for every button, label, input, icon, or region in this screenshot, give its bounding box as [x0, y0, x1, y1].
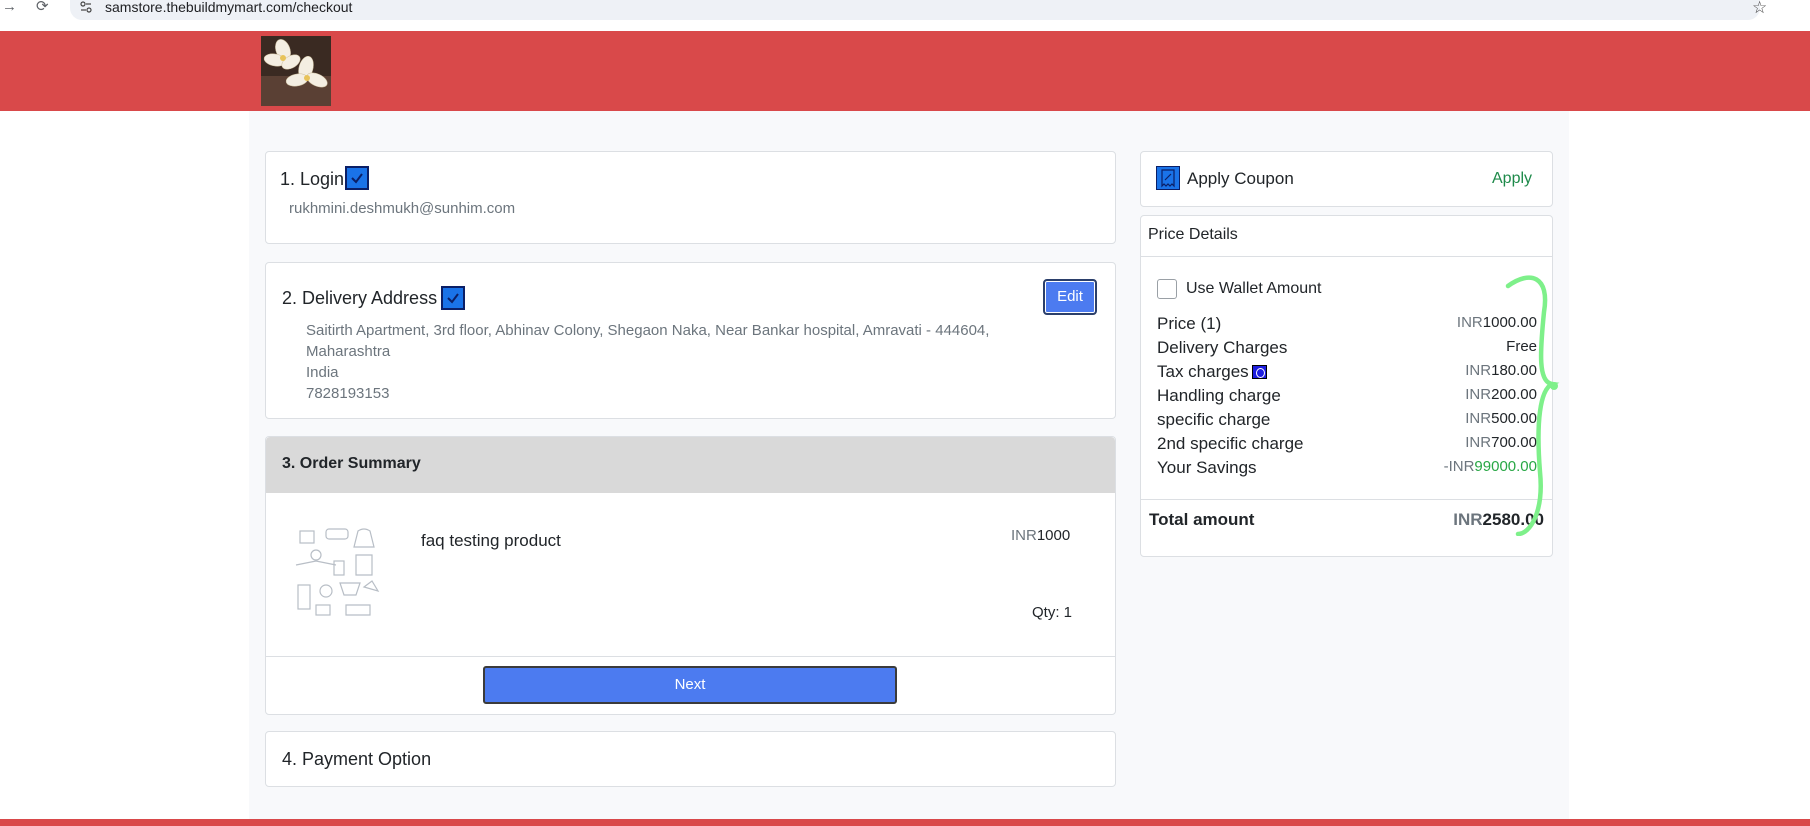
use-wallet-label[interactable]: Use Wallet Amount — [1186, 280, 1321, 298]
url-text[interactable]: samstore.thebuildmymart.com/checkout — [105, 0, 352, 15]
forward-arrow-icon[interactable]: → — [2, 0, 17, 14]
savings-label: Your Savings — [1157, 458, 1257, 477]
info-icon[interactable] — [1251, 365, 1267, 379]
price-row-currency: INR — [1456, 314, 1483, 331]
bookmark-star-icon[interactable]: ☆ — [1752, 0, 1767, 18]
second-specific-charge-currency: INR — [1465, 434, 1492, 451]
savings-currency: -INR — [1443, 458, 1475, 475]
order-summary-title: 3. Order Summary — [282, 455, 421, 472]
delivery-title: 2. Delivery Address — [282, 288, 438, 308]
specific-charge-row: specific charge INR500.00 — [1157, 410, 1537, 432]
price-details-title: Price Details — [1148, 226, 1238, 243]
payment-title[interactable]: 4. Payment Option — [282, 749, 431, 770]
price-row: Price (1) INR1000.00 — [1157, 314, 1537, 336]
address-phone: 7828193153 — [306, 385, 390, 402]
delivery-address: Saitirth Apartment, 3rd floor, Abhinav C… — [306, 320, 989, 404]
login-email: rukhmini.deshmukh@sunhim.com — [289, 200, 516, 217]
second-specific-charge-row: 2nd specific charge INR700.00 — [1157, 434, 1537, 456]
store-logo[interactable] — [261, 36, 331, 106]
product-price-currency: INR — [1011, 527, 1037, 544]
handling-charge-label: Handling charge — [1157, 386, 1281, 405]
product-price: INR1000 — [1011, 527, 1070, 544]
handling-charge-row: Handling charge INR200.00 — [1157, 386, 1537, 408]
coupon-title: Apply Coupon — [1187, 169, 1294, 188]
savings-row: Your Savings -INR99000.00 — [1157, 458, 1537, 480]
login-checked-icon — [345, 166, 369, 190]
login-title: 1. Login — [280, 169, 345, 189]
next-button[interactable]: Next — [483, 666, 897, 704]
specific-charge-currency: INR — [1465, 410, 1492, 427]
product-price-amount: 1000 — [1036, 527, 1071, 544]
address-line: Saitirth Apartment, 3rd floor, Abhinav C… — [306, 322, 990, 339]
green-brace-annotation — [1505, 275, 1560, 536]
coupon-icon — [1156, 166, 1180, 190]
delivery-charges-row: Delivery Charges Free — [1157, 338, 1537, 360]
address-state: Maharashtra — [306, 343, 391, 360]
handling-charge-currency: INR — [1465, 386, 1492, 403]
delivery-charges-label: Delivery Charges — [1157, 338, 1288, 357]
apply-coupon-link[interactable]: Apply — [1492, 170, 1532, 188]
product-image[interactable] — [286, 525, 386, 625]
tax-charges-label: Tax charges — [1157, 362, 1249, 381]
total-amount-currency: INR — [1453, 510, 1483, 529]
site-header — [0, 31, 1810, 111]
divider — [266, 656, 1115, 657]
product-quantity: Qty: 1 — [1032, 604, 1073, 621]
use-wallet-checkbox[interactable] — [1157, 279, 1177, 299]
total-amount-label: Total amount — [1149, 510, 1255, 529]
delivery-checked-icon — [441, 286, 465, 310]
reload-icon[interactable]: ⟳ — [36, 0, 49, 14]
footer-bar — [0, 819, 1810, 826]
edit-address-button[interactable]: Edit — [1043, 279, 1097, 315]
tax-charges-row: Tax charges INR180.00 — [1157, 362, 1537, 384]
second-specific-charge-label: 2nd specific charge — [1157, 434, 1304, 453]
address-country: India — [306, 364, 339, 381]
divider — [1141, 256, 1552, 257]
site-settings-icon[interactable] — [80, 1, 92, 13]
tax-charges-currency: INR — [1465, 362, 1492, 379]
price-row-label: Price (1) — [1157, 314, 1222, 333]
divider — [1141, 499, 1552, 500]
product-name[interactable]: faq testing product — [421, 531, 561, 551]
browser-toolbar: → ⟳ samstore.thebuildmymart.com/checkout… — [0, 0, 1810, 22]
specific-charge-label: specific charge — [1157, 410, 1271, 429]
login-card — [265, 151, 1116, 244]
